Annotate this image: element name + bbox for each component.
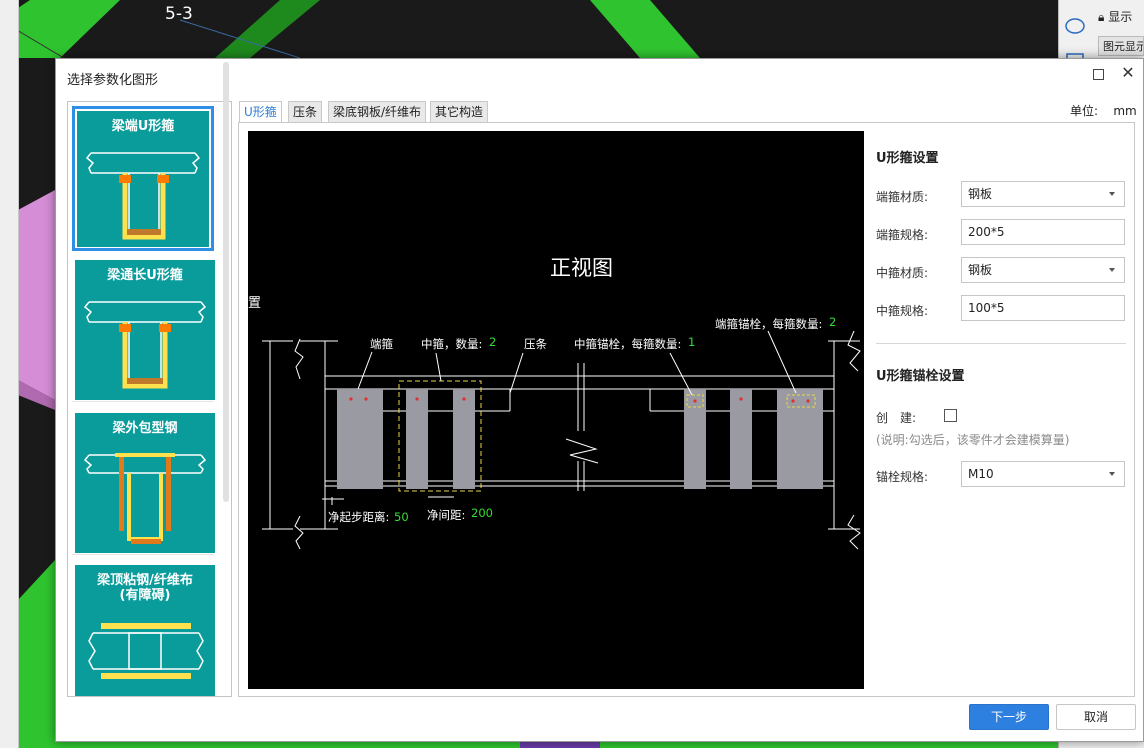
element-display-tab[interactable]: 图元显示 (1098, 36, 1144, 56)
end-spec-input[interactable]: 200*5 (961, 219, 1125, 245)
label-end-anchor: 端箍锚栓，每箍数量: (715, 317, 822, 331)
end-spec-label: 端箍规格: (876, 228, 929, 242)
value-start-distance: 50 (394, 510, 409, 524)
end-material-label: 端箍材质: (876, 190, 929, 204)
tab-press-strip[interactable]: 压条 (288, 101, 323, 123)
create-note: (说明:勾选后，该零件才会建模算量) (876, 433, 1070, 447)
tab-beam-bottom-steel[interactable]: 梁底钢板/纤维布 (328, 101, 427, 123)
chevron-down-icon (1109, 192, 1115, 196)
axis-label: 5-3 (165, 4, 193, 24)
dialog-title: 选择参数化图形 (67, 73, 159, 88)
hoop-plates (337, 389, 823, 489)
thumb-title: 梁端U形箍 (111, 119, 175, 134)
unit-value: mm (1113, 104, 1137, 118)
thumb-title: 梁外包型钢 (112, 421, 178, 436)
label-end-hoop: 端箍 (370, 337, 393, 351)
encased-steel-diagram (83, 453, 207, 544)
chevron-down-icon (1109, 472, 1115, 476)
side-label: 置 (248, 296, 261, 311)
unit-label: 单位: mm (1070, 104, 1137, 118)
beam-outline (325, 363, 834, 491)
value-end-anchor-count: 2 (829, 315, 836, 329)
value-gap: 200 (471, 506, 493, 520)
shape-thumbnail-list[interactable]: 梁端U形箍 梁通长U形箍 梁外包型钢 梁顶粘钢/纤维布 (有障碍) (67, 101, 232, 697)
lock-icon: 🔒︎ (1098, 10, 1105, 24)
label-start-distance: 净起步距离: (328, 510, 389, 524)
top-steel-diagram (88, 623, 204, 679)
front-view-drawing: 正视图 置 端箍 中箍，数量: 2 压条 中箍锚栓，每箍数量: 1 端箍锚栓，每… (248, 256, 861, 550)
tab-u-hoop[interactable]: U形箍 (239, 101, 282, 123)
thumbnail-scrollbar[interactable] (223, 62, 229, 502)
thumb-image: 梁顶粘钢/纤维布 (有障碍) (75, 565, 215, 696)
chevron-down-icon (1109, 268, 1115, 272)
tab-other-construction[interactable]: 其它构造 (430, 101, 489, 123)
hoop-settings-title: U形箍设置 (876, 151, 939, 166)
thumb-beam-end-u-hoop[interactable]: 梁端U形箍 (72, 106, 214, 251)
thumb-image: 梁外包型钢 (75, 413, 215, 553)
thumb-image: 梁端U形箍 (77, 111, 209, 247)
label-mid-hoop: 中箍，数量: (421, 337, 482, 351)
mid-material-label: 中箍材质: (876, 266, 929, 280)
anchor-spec-label: 锚栓规格: (876, 470, 929, 484)
value-mid-anchor-count: 1 (688, 335, 695, 349)
end-material-select[interactable]: 钢板 (961, 181, 1125, 207)
parametric-shape-dialog: 选择参数化图形 ✕ 梁端U形箍 梁通长U形箍 梁外包型钢 梁顶粘钢/纤维布 (有… (55, 58, 1144, 742)
close-icon[interactable]: ✕ (1119, 64, 1137, 82)
mid-material-select[interactable]: 钢板 (961, 257, 1125, 283)
label-press-strip: 压条 (524, 337, 547, 351)
u-hoop-diagram (85, 152, 201, 240)
label-gap: 净间距: (427, 508, 465, 522)
left-break-line (262, 338, 338, 550)
right-break-line (828, 330, 861, 550)
thumb-title: 梁顶粘钢/纤维布 (有障碍) (97, 573, 193, 603)
next-button[interactable]: 下一步 (969, 704, 1049, 730)
value-mid-hoop-count: 2 (489, 335, 496, 349)
mid-spec-input[interactable]: 100*5 (961, 295, 1125, 321)
anchor-settings-title: U形箍锚栓设置 (876, 369, 965, 384)
section-divider (876, 343, 1126, 344)
thumb-beam-encased-steel[interactable]: 梁外包型钢 (72, 410, 215, 555)
u-hoop-full-diagram (83, 301, 207, 389)
cancel-button[interactable]: 取消 (1056, 704, 1136, 730)
view-title: 正视图 (550, 256, 613, 280)
mid-spec-label: 中箍规格: (876, 304, 929, 318)
thumb-beam-top-steel-fiber[interactable]: 梁顶粘钢/纤维布 (有障碍) (72, 562, 215, 696)
maximize-icon[interactable] (1093, 69, 1104, 80)
left-tool-strip (0, 0, 19, 748)
label-mid-anchor: 中箍锚栓，每箍数量: (574, 337, 681, 351)
thumb-title: 梁通长U形箍 (107, 268, 183, 283)
create-label: 创 建: (876, 411, 917, 425)
thumb-beam-full-u-hoop[interactable]: 梁通长U形箍 (72, 257, 215, 402)
create-checkbox[interactable] (944, 409, 957, 422)
front-view-canvas: 正视图 置 端箍 中箍，数量: 2 压条 中箍锚栓，每箍数量: 1 端箍锚栓，每… (248, 131, 864, 689)
anchor-spec-select[interactable]: M10 (961, 461, 1125, 487)
thumb-image: 梁通长U形箍 (75, 260, 215, 400)
display-label[interactable]: 🔒︎ 显示 (1098, 8, 1132, 25)
leader-lines (322, 330, 797, 505)
